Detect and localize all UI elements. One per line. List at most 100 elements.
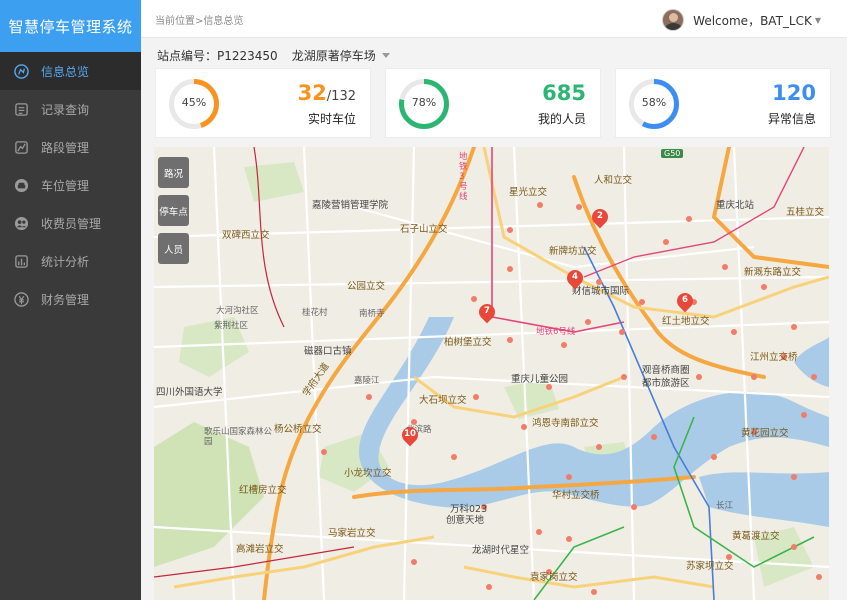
parking-lot-name: 龙湖原著停车场 bbox=[291, 49, 376, 63]
stats-icon bbox=[14, 254, 29, 269]
map-label: 重庆儿童公园 bbox=[511, 374, 569, 385]
map-pin[interactable]: 6 bbox=[673, 289, 697, 313]
sidebar-item-stats[interactable]: 统计分析 bbox=[0, 242, 141, 280]
stat-value: 32/132 bbox=[297, 81, 356, 105]
map-label: 黄花园立交 bbox=[741, 428, 789, 439]
map-pin[interactable]: 7 bbox=[475, 300, 499, 324]
sidebar-item-label: 记录查询 bbox=[41, 102, 90, 117]
sidebar-item-overview[interactable]: 信息总览 bbox=[0, 52, 141, 90]
parking-lot-select[interactable]: 龙湖原著停车场 bbox=[292, 47, 390, 64]
dashboard-icon bbox=[14, 63, 29, 79]
user-menu[interactable]: Welcome，BAT_LCK ▼ bbox=[662, 9, 821, 31]
welcome-text: Welcome，BAT_LCK bbox=[693, 13, 812, 28]
map-label: 嘉陵营销管理学院 bbox=[312, 200, 389, 211]
progress-percent: 58% bbox=[641, 96, 667, 109]
map-label: 新牌坊立交 bbox=[549, 246, 597, 257]
sidebar-item-label: 信息总览 bbox=[41, 64, 90, 79]
map-label: 华村立交桥 bbox=[552, 490, 600, 501]
map-label: 新溉东路立交 bbox=[744, 267, 802, 278]
users-icon bbox=[14, 216, 29, 231]
map-label: 红土地立交 bbox=[662, 316, 710, 327]
map-label: 地铁3号线 bbox=[459, 152, 468, 202]
map-label: 公园立交 bbox=[347, 281, 386, 292]
map-label: 江州立交桥 bbox=[750, 352, 798, 363]
station-id: 站点编号：P1223450 bbox=[157, 49, 278, 63]
sidebar-item-records[interactable]: 记录查询 bbox=[0, 90, 141, 128]
map-label: 长江 bbox=[716, 501, 734, 511]
finance-icon bbox=[14, 291, 29, 307]
top-header: 当前位置>信息总览 Welcome，BAT_LCK ▼ bbox=[141, 0, 847, 38]
map-label: 创意天地 bbox=[446, 515, 485, 526]
sidebar-item-label: 车位管理 bbox=[41, 178, 90, 193]
map-label: 磁器口古镇 bbox=[304, 346, 352, 357]
map-pin[interactable]: 2 bbox=[588, 205, 612, 229]
sidebar: 智慧停车管理系统 信息总览 记录查询 路段管理 车位管理 收费员管理 统计分析 … bbox=[0, 0, 141, 600]
sidebar-item-finance[interactable]: 财务管理 bbox=[0, 280, 141, 318]
map-label: 地铁6号线 bbox=[536, 327, 576, 337]
map-label: 高滩岩立交 bbox=[236, 544, 284, 555]
car-icon bbox=[14, 178, 29, 193]
map-label: 都市旅游区 bbox=[642, 378, 690, 389]
map-label: 小龙坎立交 bbox=[344, 468, 392, 479]
sidebar-item-label: 财务管理 bbox=[41, 292, 90, 307]
map-label: 龙湖时代星空 bbox=[472, 545, 530, 556]
sidebar-item-spaces[interactable]: 车位管理 bbox=[0, 166, 141, 204]
station-row: 站点编号：P1223450 龙湖原著停车场 bbox=[157, 47, 390, 64]
map-label: 马家岩立交 bbox=[328, 528, 376, 539]
map-canvas bbox=[154, 147, 829, 600]
stat-total: /132 bbox=[326, 89, 356, 104]
map-label: 红槽房立交 bbox=[239, 485, 287, 496]
map-label: 双碑西立交 bbox=[222, 230, 270, 241]
map-label: 黄葛渡立交 bbox=[732, 531, 780, 542]
sidebar-nav: 信息总览 记录查询 路段管理 车位管理 收费员管理 统计分析 财务管理 bbox=[0, 52, 141, 318]
map-label: 紫荆社区 bbox=[214, 321, 249, 331]
map-label: 大石坝立交 bbox=[419, 395, 467, 406]
stat-label: 实时车位 bbox=[307, 112, 356, 126]
map-label: 歌乐山国家森林公园 bbox=[204, 427, 273, 447]
sidebar-item-label: 收费员管理 bbox=[41, 216, 102, 231]
map-label: 观音桥商圈 bbox=[642, 365, 690, 376]
avatar[interactable] bbox=[662, 9, 685, 31]
stat-label: 我的人员 bbox=[537, 112, 586, 126]
city-map[interactable]: 嘉陵营销管理学院 双碑西立交 石子山立交 星光立交 人和立交 重庆北站 五桂立交… bbox=[154, 147, 829, 600]
map-label: 星光立交 bbox=[509, 187, 548, 198]
sidebar-item-collectors[interactable]: 收费员管理 bbox=[0, 204, 141, 242]
map-label: 石子山立交 bbox=[400, 224, 448, 235]
map-label: 杨公桥立交 bbox=[274, 424, 322, 435]
map-label: 柏树堡立交 bbox=[444, 337, 492, 348]
map-pin[interactable]: 4 bbox=[563, 266, 587, 290]
stat-card-alerts: 58% 120 异常信息 bbox=[615, 68, 831, 138]
map-pin[interactable]: 10 bbox=[398, 423, 422, 447]
highway-badge: G50 bbox=[661, 149, 684, 158]
sidebar-item-label: 统计分析 bbox=[41, 254, 90, 269]
map-label: 重庆北站 bbox=[716, 200, 755, 211]
sidebar-item-label: 路段管理 bbox=[41, 140, 90, 155]
map-label: 鸿恩寺南部立交 bbox=[532, 418, 599, 429]
stat-label: 异常信息 bbox=[767, 112, 816, 126]
record-icon bbox=[14, 102, 29, 117]
map-label: 袁家岗立交 bbox=[530, 572, 578, 583]
map-label: 四川外国语大学 bbox=[156, 387, 223, 398]
app-title: 智慧停车管理系统 bbox=[0, 0, 141, 52]
progress-percent: 45% bbox=[181, 96, 207, 109]
staff-layer-button[interactable]: 人员 bbox=[158, 233, 189, 264]
stat-card-parking: 45% 32/132 实时车位 bbox=[155, 68, 371, 138]
map-label: 桂花村 bbox=[302, 308, 328, 318]
map-label: 大河沟社区 bbox=[216, 306, 259, 316]
sidebar-item-roads[interactable]: 路段管理 bbox=[0, 128, 141, 166]
progress-percent: 78% bbox=[411, 96, 437, 109]
map-label: 苏家坝立交 bbox=[686, 561, 734, 572]
road-icon bbox=[14, 140, 29, 155]
chevron-down-icon[interactable]: ▼ bbox=[815, 16, 821, 25]
map-label: 五桂立交 bbox=[786, 207, 825, 218]
stat-card-staff: 78% 685 我的人员 bbox=[385, 68, 601, 138]
stat-value: 685 bbox=[542, 81, 586, 105]
parking-layer-button[interactable]: 停车点 bbox=[158, 195, 189, 226]
map-label: 南桥寺 bbox=[359, 309, 385, 319]
breadcrumb: 当前位置>信息总览 bbox=[155, 16, 244, 27]
traffic-layer-button[interactable]: 路况 bbox=[158, 157, 189, 188]
chevron-down-icon bbox=[381, 53, 390, 58]
map-label: 人和立交 bbox=[594, 175, 633, 186]
stat-value: 120 bbox=[772, 81, 816, 105]
map-label: 嘉陵江 bbox=[354, 376, 380, 386]
